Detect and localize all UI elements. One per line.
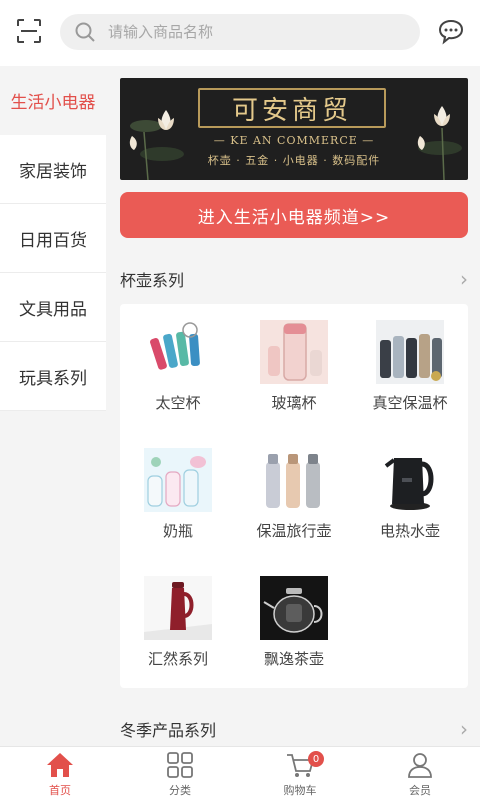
- product-item[interactable]: 玻璃杯: [236, 304, 352, 432]
- section-header-cups[interactable]: 杯壶系列 ›: [120, 264, 468, 294]
- product-name: 太空杯: [155, 394, 201, 412]
- sidebar-item-label: 玩具系列: [19, 368, 87, 389]
- tab-label: 分类: [169, 783, 191, 797]
- product-item[interactable]: 太空杯: [120, 304, 236, 432]
- sidebar-item-daily-goods[interactable]: 日用百货: [0, 204, 106, 273]
- banner-brand: 可安商贸: [231, 96, 352, 126]
- product-name: 真空保温杯: [372, 394, 448, 412]
- product-name: 玻璃杯: [271, 394, 317, 412]
- sidebar-item-label: 家居装饰: [19, 161, 87, 182]
- section-title: 冬季产品系列: [120, 721, 217, 740]
- search-input[interactable]: [108, 23, 388, 41]
- tab-home[interactable]: 首页: [0, 747, 120, 800]
- product-item[interactable]: 电热水壶: [352, 432, 468, 560]
- tab-cart[interactable]: 0 购物车: [240, 747, 360, 800]
- product-item[interactable]: 奶瓶: [120, 432, 236, 560]
- category-sidebar: 生活小电器 家居装饰 日用百货 文具用品 玩具系列: [0, 66, 106, 746]
- scan-icon[interactable]: [12, 14, 46, 48]
- section-header-winter[interactable]: 冬季产品系列 ›: [120, 714, 468, 744]
- home-icon: [44, 750, 76, 780]
- sidebar-item-label: 日用百货: [19, 230, 87, 251]
- user-icon: [404, 750, 436, 780]
- baby-bottle-image: [144, 448, 212, 512]
- search-bar[interactable]: [60, 14, 420, 50]
- sidebar-item-home-decor[interactable]: 家居装饰: [0, 135, 106, 204]
- search-icon: [75, 22, 95, 42]
- glass-cup-image: [260, 320, 328, 384]
- sidebar-item-stationery[interactable]: 文具用品: [0, 273, 106, 342]
- tab-label: 购物车: [283, 783, 317, 797]
- product-item[interactable]: 飘逸茶壶: [236, 560, 352, 688]
- lotus-decoration-icon: [417, 106, 462, 180]
- product-name: 保温旅行壶: [256, 522, 332, 540]
- product-name: 电热水壶: [379, 522, 440, 540]
- sidebar-item-label: 生活小电器: [10, 93, 96, 113]
- chevron-right-icon: ›: [460, 717, 468, 741]
- grid-icon: [164, 750, 196, 780]
- sidebar-item-small-appliances[interactable]: 生活小电器: [0, 66, 106, 135]
- electric-kettle-image: [376, 448, 444, 512]
- product-name: 奶瓶: [162, 522, 193, 540]
- product-item[interactable]: 保温旅行壶: [236, 432, 352, 560]
- sidebar-item-label: 文具用品: [19, 299, 87, 320]
- product-name: 飘逸茶壶: [263, 650, 324, 668]
- message-icon[interactable]: [434, 14, 468, 48]
- tab-category[interactable]: 分类: [120, 747, 240, 800]
- space-cup-image: [144, 320, 212, 384]
- tab-label: 首页: [49, 783, 71, 797]
- top-bar: [0, 0, 480, 66]
- travel-kettle-image: [260, 448, 328, 512]
- huiran-series-image: [144, 576, 212, 640]
- product-item[interactable]: 汇然系列: [120, 560, 236, 688]
- sidebar-item-toys[interactable]: 玩具系列: [0, 342, 106, 411]
- category-content: 可安商贸 — KE AN COMMERCE — 杯壶 · 五金 · 小电器 · …: [106, 66, 480, 746]
- product-item[interactable]: 真空保温杯: [352, 304, 468, 432]
- tab-label: 会员: [409, 783, 431, 797]
- enter-channel-button[interactable]: 进入生活小电器频道>>: [120, 192, 468, 238]
- section-title: 杯壶系列: [120, 271, 185, 290]
- product-grid: 太空杯 玻璃杯 真空保温杯 奶瓶 保温旅行壶 电热水壶 汇然系列 飘逸茶壶: [120, 304, 468, 688]
- chevron-right-icon: ›: [460, 267, 468, 291]
- promo-banner[interactable]: 可安商贸 — KE AN COMMERCE — 杯壶 · 五金 · 小电器 · …: [120, 78, 468, 180]
- teapot-image: [260, 576, 328, 640]
- vacuum-flask-image: [376, 320, 444, 384]
- product-name: 汇然系列: [147, 650, 208, 668]
- bottom-tab-bar: 首页 分类 0 购物车 会员: [0, 746, 480, 800]
- cart-count-badge: 0: [308, 751, 324, 767]
- tab-member[interactable]: 会员: [360, 747, 480, 800]
